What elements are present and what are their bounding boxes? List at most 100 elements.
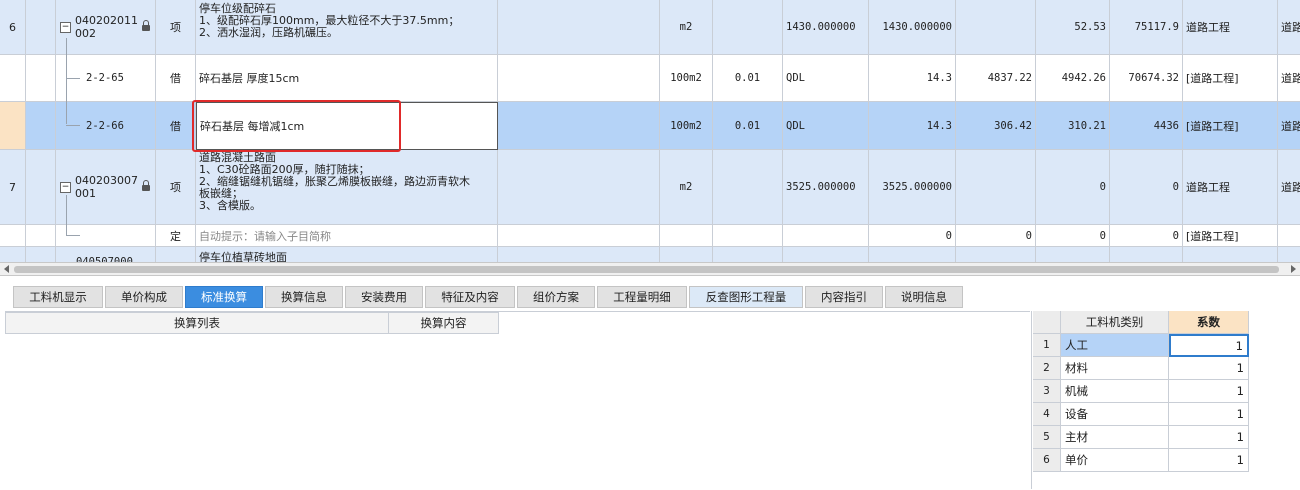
name-cell[interactable]: 停车位级配碎石 1、级配碎石厚100mm，最大粒径不大于37.5mm； 2、洒水… [196, 0, 498, 55]
qty-coef-cell[interactable] [713, 0, 783, 55]
unit-price-cell[interactable] [956, 247, 1036, 262]
quantity-cell[interactable]: 14.3 [869, 102, 956, 150]
table-row[interactable]: 6 − 040202011 002 项 停车位级配碎石 1、级配碎石厚100mm，… [0, 0, 1300, 55]
total-cell[interactable]: 0 [1110, 150, 1183, 225]
tab-features-content[interactable]: 特征及内容 [425, 286, 515, 308]
coefficient-row[interactable]: 6 单价 1 [1033, 449, 1249, 472]
specialty-cell[interactable]: 道路工程 [1183, 0, 1278, 55]
collapse-icon[interactable]: − [60, 181, 71, 193]
extra-cell[interactable] [1278, 247, 1300, 262]
scroll-right-icon[interactable] [1291, 265, 1296, 273]
specialty-cell[interactable]: [道路工程] [1183, 102, 1278, 150]
horizontal-scrollbar[interactable] [0, 262, 1300, 276]
total-cell[interactable]: 75117.9 [1110, 0, 1183, 55]
spec-cell[interactable] [498, 225, 660, 247]
panel-divider[interactable] [1031, 311, 1032, 489]
tab-conversion-info[interactable]: 换算信息 [265, 286, 343, 308]
total-cell[interactable]: 4436 [1110, 102, 1183, 150]
spec-cell[interactable] [498, 0, 660, 55]
spec-cell[interactable] [498, 55, 660, 102]
spec-cell[interactable] [498, 247, 660, 262]
unit-cell[interactable] [660, 225, 713, 247]
coefficient-input[interactable]: 1 [1169, 334, 1249, 357]
unit-price-cell[interactable]: 0 [956, 225, 1036, 247]
item-code-cell[interactable]: 040507000 [56, 247, 156, 262]
coefficient-row[interactable]: 2 材料 1 [1033, 357, 1249, 380]
unit-price-cell[interactable] [956, 0, 1036, 55]
type-cell[interactable]: 项 [156, 0, 196, 55]
type-cell[interactable]: 借 [156, 102, 196, 150]
tab-standard-conversion[interactable]: 标准换算 [185, 286, 263, 308]
combined-price-cell[interactable]: 0 [1036, 225, 1110, 247]
collapse-icon[interactable]: − [60, 21, 71, 33]
qty-formula-cell[interactable]: QDL [783, 102, 869, 150]
qty-formula-cell[interactable]: 3525.000000 [783, 150, 869, 225]
unit-cell[interactable] [660, 247, 713, 262]
tab-reverse-graphic-quantity[interactable]: 反查图形工程量 [689, 286, 803, 308]
unit-cell[interactable]: m2 [660, 150, 713, 225]
quantity-cell[interactable]: 14.3 [869, 55, 956, 102]
type-cell[interactable]: 借 [156, 55, 196, 102]
extra-cell[interactable]: 道路 [1278, 55, 1300, 102]
qty-coef-cell[interactable]: 0.01 [713, 55, 783, 102]
category-cell[interactable]: 人工 [1061, 334, 1169, 357]
table-row[interactable]: 040507000 停车位植草砖地面 [0, 247, 1300, 262]
extra-cell[interactable]: 道路 [1278, 150, 1300, 225]
coefficient-input[interactable]: 1 [1169, 380, 1249, 403]
combined-price-cell[interactable]: 0 [1036, 150, 1110, 225]
type-cell[interactable] [156, 247, 196, 262]
total-cell[interactable]: 0 [1110, 225, 1183, 247]
extra-cell[interactable] [1278, 225, 1300, 247]
combined-price-cell[interactable]: 4942.26 [1036, 55, 1110, 102]
tab-labor-material-machine[interactable]: 工料机显示 [13, 286, 103, 308]
tab-content-guide[interactable]: 内容指引 [805, 286, 883, 308]
type-cell[interactable]: 项 [156, 150, 196, 225]
qty-coef-cell[interactable] [713, 225, 783, 247]
coefficient-row[interactable]: 3 机械 1 [1033, 380, 1249, 403]
category-cell[interactable]: 设备 [1061, 403, 1169, 426]
name-cell[interactable]: 道路混凝土路面 1、C30砼路面200厚，随打随抹； 2、缩缝锯缝机锯缝，胀聚乙… [196, 150, 498, 225]
qty-formula-cell[interactable]: 1430.000000 [783, 0, 869, 55]
name-hint-cell[interactable]: 自动提示：请输入子目简称 [196, 225, 498, 247]
tab-pricing-scheme[interactable]: 组价方案 [517, 286, 595, 308]
table-row[interactable]: 2-2-65 借 碎石基层 厚度15cm 100m2 0.01 QDL 14.3… [0, 55, 1300, 102]
tab-unit-price-composition[interactable]: 单价构成 [105, 286, 183, 308]
table-row-selected[interactable]: 2-2-66 借 碎石基层 每增减1cm 100m2 0.01 QDL 14.3… [0, 102, 1300, 150]
scroll-left-icon[interactable] [4, 265, 9, 273]
type-cell[interactable]: 定 [156, 225, 196, 247]
combined-price-cell[interactable]: 310.21 [1036, 102, 1110, 150]
table-row[interactable]: 7 − 040203007 001 项 道路混凝土路面 1、C30砼路面200厚，… [0, 150, 1300, 225]
qty-coef-cell[interactable] [713, 150, 783, 225]
combined-price-cell[interactable] [1036, 247, 1110, 262]
coefficient-input[interactable]: 1 [1169, 403, 1249, 426]
unit-cell[interactable]: 100m2 [660, 55, 713, 102]
combined-price-cell[interactable]: 52.53 [1036, 0, 1110, 55]
item-code-cell[interactable]: − 040203007 001 [56, 150, 156, 225]
quantity-cell[interactable]: 1430.000000 [869, 0, 956, 55]
scrollbar-thumb[interactable] [14, 266, 1279, 273]
name-cell-editing[interactable]: 碎石基层 每增减1cm [196, 102, 498, 150]
quantity-cell[interactable] [869, 247, 956, 262]
qty-coef-cell[interactable]: 0.01 [713, 102, 783, 150]
unit-cell[interactable]: m2 [660, 0, 713, 55]
tab-description[interactable]: 说明信息 [885, 286, 963, 308]
name-cell[interactable]: 停车位植草砖地面 [196, 247, 498, 262]
tab-quantity-details[interactable]: 工程量明细 [597, 286, 687, 308]
unit-price-cell[interactable]: 4837.22 [956, 55, 1036, 102]
table-row[interactable]: 定 自动提示：请输入子目简称 0 0 0 0 [道路工程] [0, 225, 1300, 247]
item-code-cell[interactable]: − 040202011 002 [56, 0, 156, 55]
category-cell[interactable]: 单价 [1061, 449, 1169, 472]
category-cell[interactable]: 材料 [1061, 357, 1169, 380]
tab-installation-fees[interactable]: 安装费用 [345, 286, 423, 308]
qty-formula-cell[interactable]: QDL [783, 55, 869, 102]
specialty-cell[interactable]: 道路工程 [1183, 150, 1278, 225]
extra-cell[interactable]: 道路 [1278, 102, 1300, 150]
qty-formula-cell[interactable] [783, 247, 869, 262]
unit-price-cell[interactable] [956, 150, 1036, 225]
total-cell[interactable]: 70674.32 [1110, 55, 1183, 102]
quantity-cell[interactable]: 0 [869, 225, 956, 247]
coefficient-input[interactable]: 1 [1169, 357, 1249, 380]
category-cell[interactable]: 机械 [1061, 380, 1169, 403]
coefficient-row[interactable]: 1 人工 1 [1033, 334, 1249, 357]
specialty-cell[interactable]: [道路工程] [1183, 55, 1278, 102]
